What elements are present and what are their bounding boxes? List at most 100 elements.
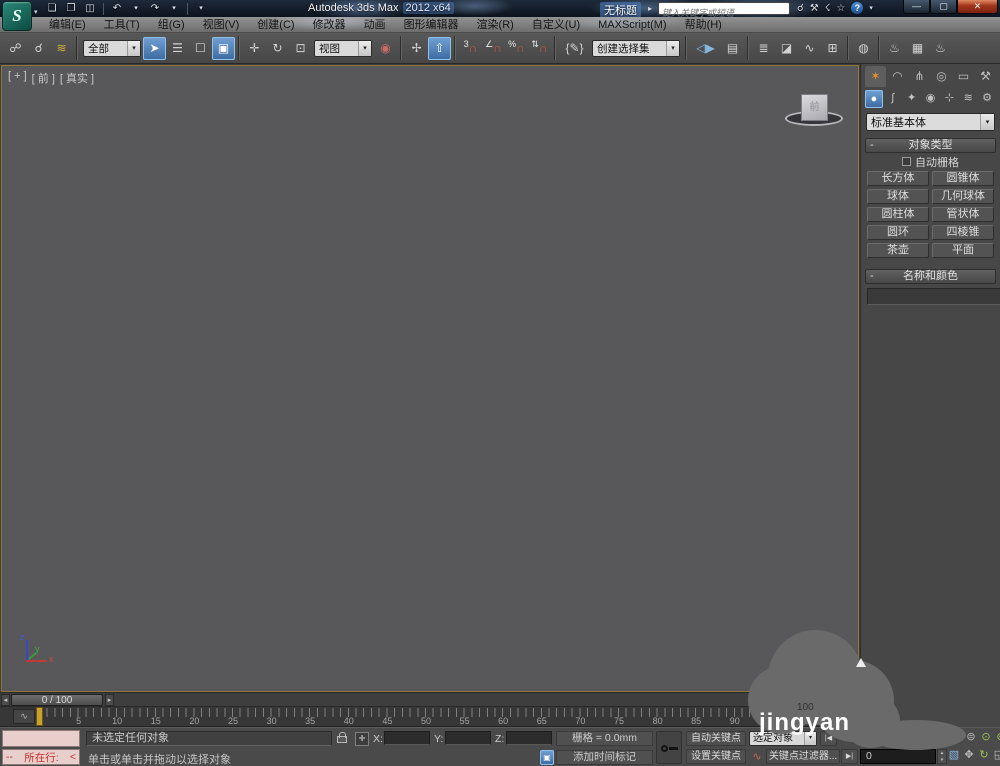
minimize-button[interactable]: — — [903, 0, 930, 14]
help-dropdown-icon[interactable]: ▾ — [869, 4, 873, 12]
menu-item-4[interactable]: 创建(C) — [248, 17, 303, 33]
viewport-menu-pov[interactable]: [ 前 ] — [32, 70, 55, 86]
menu-item-7[interactable]: 图形编辑器 — [395, 17, 468, 33]
maxscript-listener-line[interactable]: -- 所在行: < — [2, 749, 80, 765]
go-to-start-icon[interactable]: |◀ — [820, 731, 837, 746]
zoom-extents-icon[interactable]: ⊙ — [980, 731, 992, 744]
time-slider-next-icon[interactable]: ▸ — [105, 694, 114, 706]
angle-snap-icon[interactable]: ∠∩ — [482, 37, 505, 60]
track-bar[interactable]: ∿ 05101520253035404550556065707580859095… — [0, 707, 860, 727]
close-button[interactable]: ✕ — [957, 0, 998, 14]
selection-filter-dropdown[interactable]: 全部 ▾ — [83, 39, 141, 57]
tab-display[interactable]: ▭ — [953, 66, 974, 87]
search-go-icon[interactable]: ▸ — [648, 4, 652, 13]
reference-coordinate-dropdown[interactable]: 视图 ▾ — [314, 39, 372, 57]
object-type-button-7[interactable]: 四棱锥 — [932, 225, 994, 240]
default-tangent-icon[interactable]: ∿ — [750, 750, 764, 765]
menu-item-3[interactable]: 视图(V) — [194, 17, 249, 33]
subtab-lights[interactable]: ✦ — [903, 90, 921, 108]
undo-dropdown-icon[interactable]: ▾ — [128, 2, 144, 16]
menu-item-0[interactable]: 编辑(E) — [40, 17, 95, 33]
window-crossing-icon[interactable]: ▣ — [212, 36, 235, 60]
add-time-tag-button[interactable]: 添加时间标记 — [556, 750, 653, 765]
listener-scroll-arrow-icon[interactable]: < — [70, 751, 76, 763]
app-menu-arrow-icon[interactable]: ▾ — [34, 8, 38, 16]
percent-snap-icon[interactable]: %∩ — [505, 37, 528, 60]
rendered-frame-window-icon[interactable]: ▦ — [906, 37, 929, 60]
chevron-down-icon[interactable]: ▾ — [127, 40, 140, 56]
zoom-region-icon[interactable]: ▧ — [948, 749, 960, 762]
tab-motion[interactable]: ◎ — [931, 66, 952, 87]
schematic-view-icon[interactable]: ⊞ — [821, 37, 844, 60]
frame-spinner[interactable]: ▴ ▾ — [937, 749, 947, 764]
object-type-button-9[interactable]: 平面 — [932, 243, 994, 258]
menu-item-11[interactable]: 帮助(H) — [676, 17, 731, 33]
zoom-all-icon[interactable]: ⊜ — [965, 731, 977, 744]
go-to-end-icon[interactable]: ▶| — [841, 749, 858, 764]
zoom-icon[interactable]: ⊕ — [950, 731, 962, 744]
chevron-down-icon[interactable]: ▾ — [980, 114, 994, 130]
app-logo-button[interactable]: S — [2, 1, 32, 31]
container-icon[interactable]: ◪ — [775, 37, 798, 60]
subtab-space-warps[interactable]: ≋ — [959, 90, 977, 108]
snap-toggle-3d-icon[interactable]: 3∩ — [459, 37, 482, 60]
set-keys-button[interactable] — [656, 731, 682, 764]
time-tag-icon[interactable]: ▣ — [540, 750, 554, 765]
menu-item-10[interactable]: MAXScript(M) — [589, 17, 675, 33]
viewcube[interactable]: 前 — [801, 94, 828, 121]
spinner-down-icon[interactable]: ▾ — [938, 757, 946, 764]
time-slider-handle[interactable]: 0 / 100 — [11, 694, 103, 706]
spinner-up-icon[interactable]: ▴ — [938, 750, 946, 757]
maximize-button[interactable]: ▢ — [930, 0, 957, 14]
menu-item-9[interactable]: 自定义(U) — [523, 17, 589, 33]
redo-icon[interactable]: ↷ — [147, 2, 163, 16]
rectangular-selection-region-icon[interactable]: ☐ — [189, 37, 212, 60]
redo-dropdown-icon[interactable]: ▾ — [166, 2, 182, 16]
menu-item-8[interactable]: 渲染(R) — [468, 17, 523, 33]
tab-hierarchy[interactable]: ⋔ — [909, 66, 930, 87]
layer-manager-icon[interactable]: ≣ — [752, 37, 775, 60]
keyboard-shortcut-override-icon[interactable]: ⇧ — [428, 36, 451, 60]
curve-editor-icon[interactable]: ∿ — [798, 37, 821, 60]
chevron-down-icon[interactable]: ▾ — [804, 732, 816, 745]
object-type-button-8[interactable]: 茶壶 — [867, 243, 929, 258]
subtab-helpers[interactable]: ⊹ — [940, 90, 958, 108]
key-filter-scope-dropdown[interactable]: 选定对象 ▾ — [749, 731, 817, 746]
time-slider-prev-icon[interactable]: ◂ — [1, 694, 10, 706]
menu-item-2[interactable]: 组(G) — [149, 17, 194, 33]
rollout-name-color-header[interactable]: - 名称和颜色 — [865, 269, 996, 284]
menu-item-1[interactable]: 工具(T) — [95, 17, 149, 33]
object-type-button-3[interactable]: 几何球体 — [932, 189, 994, 204]
object-type-button-4[interactable]: 圆柱体 — [867, 207, 929, 222]
selection-lock-icon[interactable] — [337, 732, 347, 743]
absolute-mode-icon[interactable]: ✛ — [355, 732, 369, 746]
render-production-icon[interactable]: ♨ — [929, 37, 952, 60]
object-type-button-6[interactable]: 圆环 — [867, 225, 929, 240]
communication-center-icon[interactable]: ☇ — [825, 3, 831, 14]
open-file-icon[interactable]: ❐ — [63, 2, 79, 16]
edit-named-selection-sets-icon[interactable]: {✎} — [559, 37, 590, 60]
primitive-category-dropdown[interactable]: 标准基本体 ▾ — [866, 113, 995, 131]
z-coord-field[interactable] — [506, 731, 552, 745]
set-key-button[interactable]: 设置关键点 — [686, 749, 746, 764]
menu-item-5[interactable]: 修改器 — [304, 17, 355, 33]
tab-create[interactable]: ✶ — [865, 66, 886, 87]
y-coord-field[interactable] — [445, 731, 491, 745]
subtab-cameras[interactable]: ◉ — [922, 90, 940, 108]
object-type-button-0[interactable]: 长方体 — [867, 171, 929, 186]
undo-icon[interactable]: ↶ — [109, 2, 125, 16]
search-binoculars-icon[interactable]: ☌ — [797, 3, 804, 14]
mini-curve-editor-icon[interactable]: ∿ — [13, 709, 35, 724]
subtab-geometry[interactable]: ● — [865, 89, 883, 108]
orbit-icon[interactable]: ↻ — [978, 749, 990, 762]
select-and-link-icon[interactable]: ☍ — [4, 37, 27, 60]
object-type-button-2[interactable]: 球体 — [867, 189, 929, 204]
object-type-button-1[interactable]: 圆锥体 — [932, 171, 994, 186]
current-frame-field[interactable]: 0 — [860, 749, 936, 764]
object-type-button-5[interactable]: 管状体 — [932, 207, 994, 222]
save-file-icon[interactable]: ◫ — [82, 2, 98, 16]
new-scene-icon[interactable]: ❏ — [44, 2, 60, 16]
help-icon[interactable]: ? — [851, 2, 864, 14]
viewport-menu-shading[interactable]: [ 真实 ] — [60, 70, 94, 86]
unlink-selection-icon[interactable]: ☌ — [27, 37, 50, 60]
